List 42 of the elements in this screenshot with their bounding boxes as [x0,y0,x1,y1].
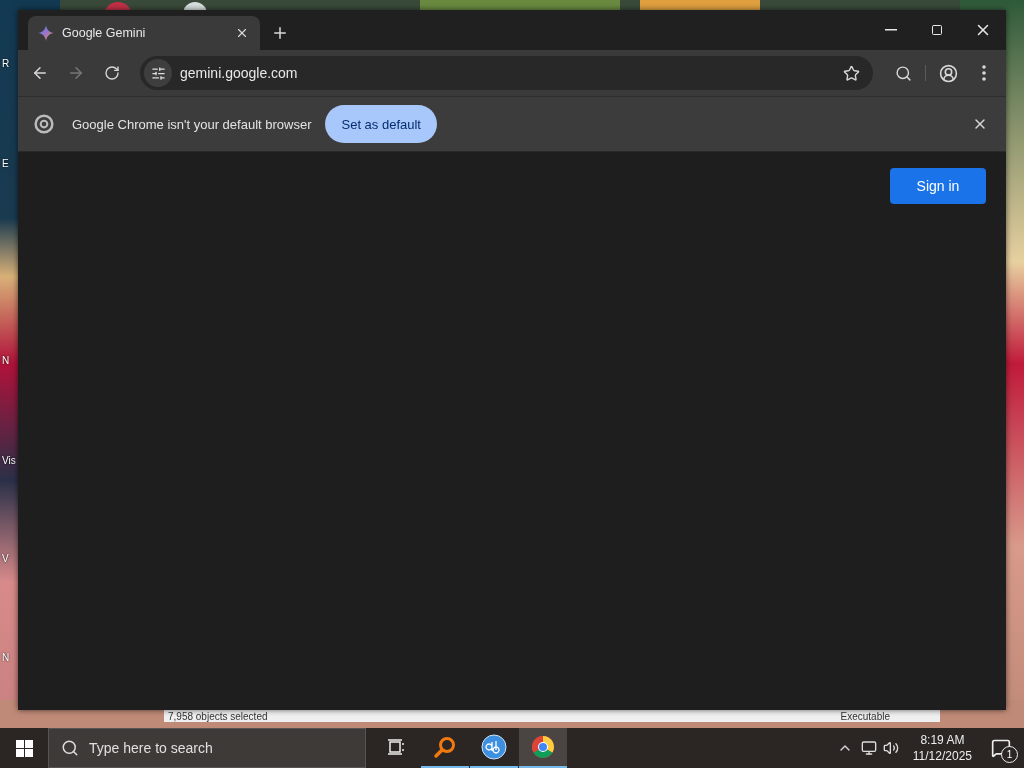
task-view-icon [387,739,405,755]
desktop-icon-label: V [2,553,9,564]
maximize-icon [931,24,943,36]
app-logo-icon [481,734,507,760]
plus-icon [271,24,289,42]
volume-icon [882,740,899,756]
notification-icon [991,738,1011,758]
search-icon [61,739,79,757]
desktop-icon-label: E [2,158,9,169]
sign-in-button[interactable]: Sign in [890,168,986,204]
search-icon [894,64,912,82]
minimize-icon [885,29,897,31]
desktop-icon-label: R [2,58,10,69]
address-bar[interactable]: gemini.google.com [140,56,873,90]
site-settings-button[interactable] [144,59,172,87]
sparkle-icon [38,25,54,41]
browser-logo-icon [34,114,54,134]
tab-title: Google Gemini [62,26,147,40]
network-icon [860,740,877,756]
notification-count: 1 [1001,746,1018,763]
clock[interactable]: 8:19 AM 11/12/2025 [912,732,972,764]
star-icon [842,64,860,82]
notifications-button[interactable]: 1 [986,733,1016,763]
search-field[interactable]: Type here to search [48,728,366,768]
status-text: 7,958 objects selected [168,710,268,722]
close-icon [235,26,249,40]
set-default-button[interactable]: Set as default [325,105,437,143]
desktop-icon-label: N [2,652,10,663]
menu-icon [982,65,986,81]
browser-tab[interactable]: Google Gemini [28,16,260,50]
windows-logo-icon [15,739,33,757]
column-text: Executable [840,710,890,722]
sliders-icon [150,65,166,81]
forward-arrow-icon [67,64,85,82]
desktop-icon-label: Vis [2,455,16,466]
taskbar-app-button[interactable] [519,728,567,768]
desktop-icon-label: N [2,355,10,366]
browser-logo-icon [531,735,555,759]
magnifier-icon [433,735,457,759]
profile-icon [938,63,958,83]
infobar-message: Google Chrome isn't your default browser [72,116,312,132]
reload-icon [104,65,120,81]
